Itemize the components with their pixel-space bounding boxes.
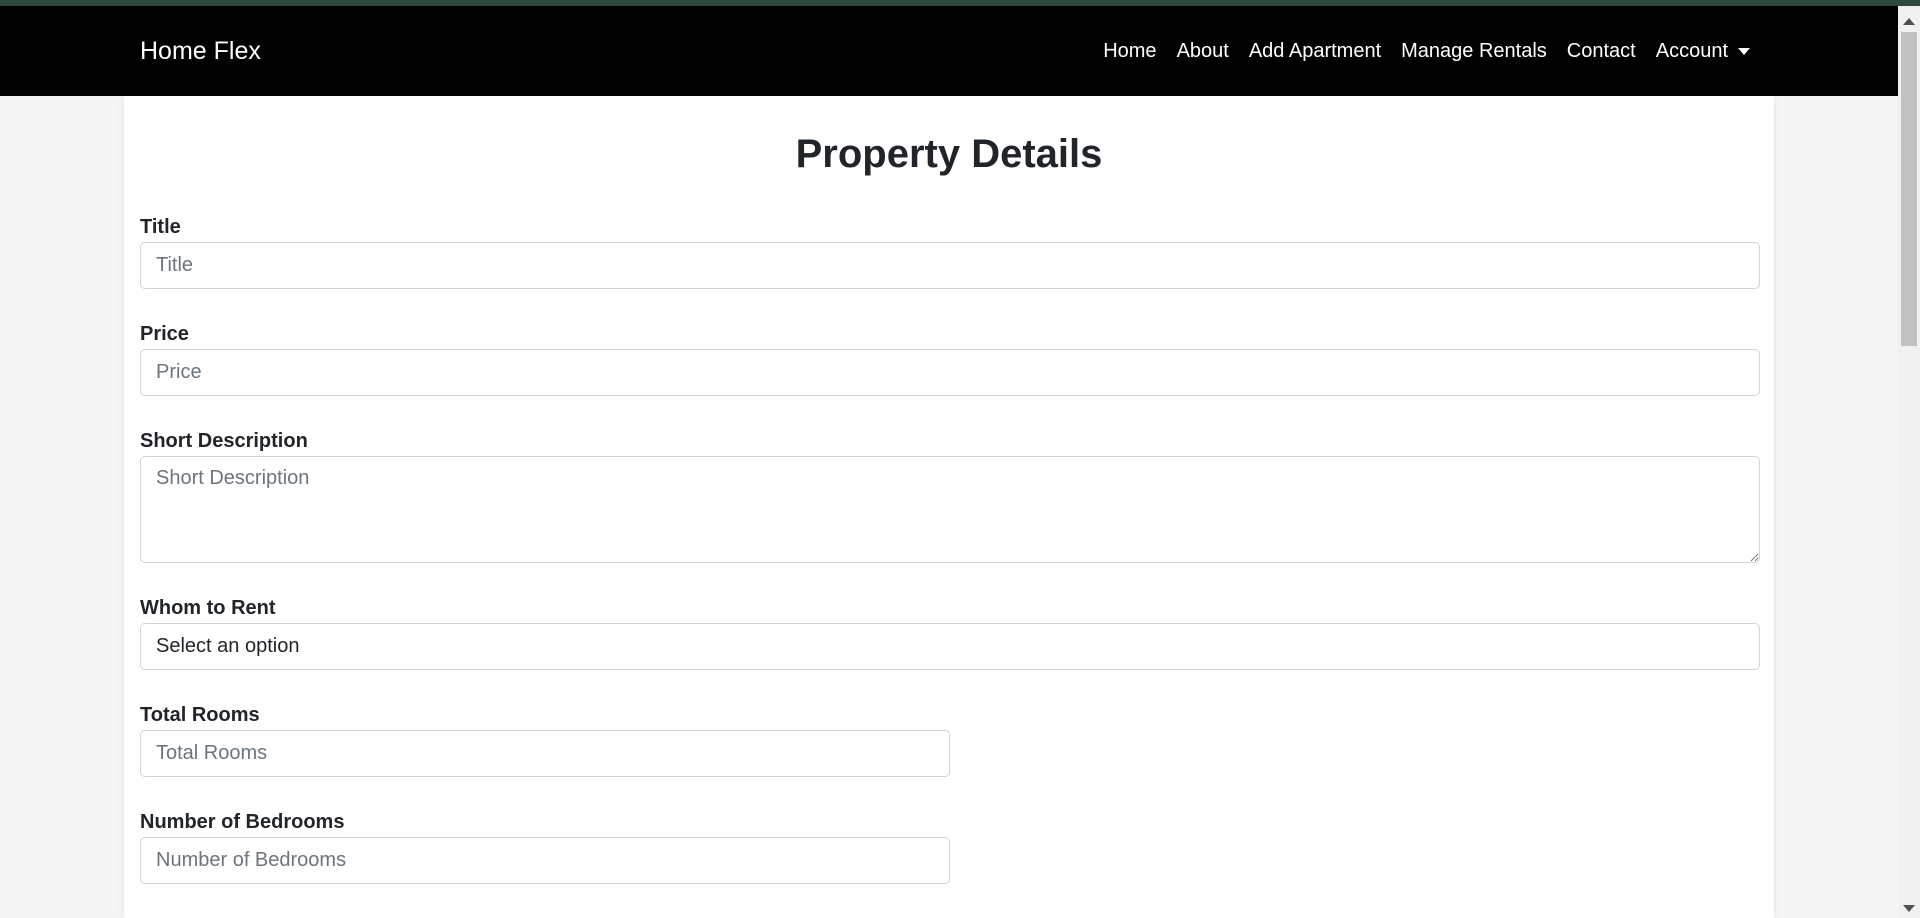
page-title: Property Details	[795, 132, 1103, 176]
account-label: Account	[1655, 39, 1728, 62]
brand-link[interactable]: Home Flex	[140, 6, 261, 96]
arrow-up-icon[interactable]	[1903, 18, 1915, 25]
total-rooms-label: Total Rooms	[140, 704, 260, 726]
scrollbar-thumb[interactable]	[1901, 32, 1917, 346]
arrow-down-icon[interactable]	[1903, 905, 1915, 912]
nav-item-add-apartment[interactable]: Add Apartment	[1249, 40, 1381, 63]
nav-item-account-dropdown[interactable]: Account	[1656, 40, 1750, 63]
caret-down-icon	[1738, 47, 1750, 55]
navbar: Home Flex Home About Add Apartment Manag…	[0, 6, 1898, 96]
nav-item-contact[interactable]: Contact	[1567, 40, 1636, 63]
whom-to-rent-selected-value: Select an option	[156, 635, 300, 657]
title-label: Title	[140, 216, 181, 238]
nav-item-home[interactable]: Home	[1103, 40, 1156, 63]
bedrooms-input[interactable]	[140, 837, 950, 884]
short-description-textarea[interactable]	[140, 456, 1760, 563]
page-scrollbar[interactable]	[1898, 6, 1920, 918]
total-rooms-input[interactable]	[140, 730, 950, 777]
nav-item-about[interactable]: About	[1177, 40, 1229, 63]
bedrooms-label: Number of Bedrooms	[140, 811, 345, 833]
whom-to-rent-select[interactable]: Select an option	[140, 623, 1760, 670]
whom-to-rent-label: Whom to Rent	[140, 597, 276, 619]
price-input[interactable]	[140, 349, 1760, 396]
price-label: Price	[140, 323, 189, 345]
short-description-label: Short Description	[140, 430, 308, 452]
title-input[interactable]	[140, 242, 1760, 289]
nav-links: Home About Add Apartment Manage Rentals …	[1083, 6, 1750, 96]
nav-item-manage-rentals[interactable]: Manage Rentals	[1401, 40, 1547, 63]
